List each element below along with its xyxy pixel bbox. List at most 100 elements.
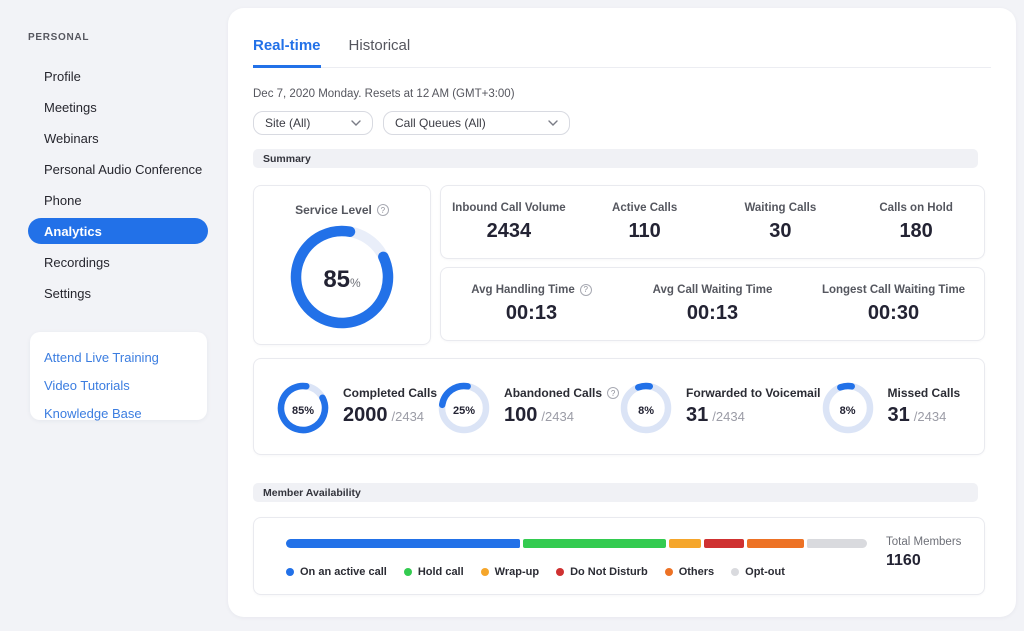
legend-item-do-not-disturb: Do Not Disturb xyxy=(556,566,648,578)
legend-label: Do Not Disturb xyxy=(570,566,648,578)
member-availability-legend: On an active call Hold call Wrap-up Do N… xyxy=(286,566,785,578)
service-level-percent-value: 85 xyxy=(323,266,350,294)
tab-bar: Real-time Historical xyxy=(253,35,991,68)
donut-percent-label: 8% xyxy=(840,405,856,417)
site-filter-dropdown[interactable]: Site (All) xyxy=(253,111,373,135)
legend-label: Hold call xyxy=(418,566,464,578)
total-members-block: Total Members 1160 xyxy=(886,536,961,570)
call-results-card: 85% Completed Calls 2000 /2434 25% xyxy=(253,358,985,455)
missed-calls-group: 8% Missed Calls 31 /2434 xyxy=(821,373,961,440)
completed-calls-donut: 85% xyxy=(276,381,330,440)
stat-label: Waiting Calls xyxy=(744,202,816,214)
service-level-percent: 85 % xyxy=(290,225,394,334)
missed-calls-label: Missed Calls xyxy=(888,386,961,400)
bar-segment-others xyxy=(747,539,804,548)
missed-calls-value: 31 xyxy=(888,404,910,427)
sidebar-item-recordings[interactable]: Recordings xyxy=(28,249,208,275)
missed-calls-donut: 8% xyxy=(821,381,875,440)
legend-label: Others xyxy=(679,566,714,578)
abandoned-calls-value: 100 xyxy=(504,404,537,427)
forwarded-to-voicemail-label: Forwarded to Voicemail xyxy=(686,386,820,400)
timing-stats-card: Avg Handling Time ? 00:13 Avg Call Waiti… xyxy=(440,267,985,341)
total-members-value: 1160 xyxy=(886,552,961,570)
member-availability-section-header: Member Availability xyxy=(253,483,978,502)
stat-label: Longest Call Waiting Time xyxy=(822,284,965,296)
tab-historical[interactable]: Historical xyxy=(349,35,411,68)
donut-percent-label: 25% xyxy=(453,405,475,417)
stat-label-text: Avg Handling Time xyxy=(471,284,575,296)
site-filter-value: Site (All) xyxy=(265,116,310,130)
stat-label: Avg Handling Time ? xyxy=(471,284,592,296)
analytics-panel: Real-time Historical Dec 7, 2020 Monday.… xyxy=(228,8,1016,617)
service-level-card: Service Level ? 85 % xyxy=(253,185,431,345)
abandoned-calls-total: /2434 xyxy=(541,409,574,424)
completed-calls-total: /2434 xyxy=(392,409,425,424)
total-members-label: Total Members xyxy=(886,536,961,548)
stat-longest-call-waiting-time: Longest Call Waiting Time 00:30 xyxy=(803,284,984,325)
sidebar-item-phone[interactable]: Phone xyxy=(28,187,208,213)
stat-value: 00:30 xyxy=(868,302,919,325)
help-links-card: Attend Live Training Video Tutorials Kno… xyxy=(30,332,207,420)
tab-real-time[interactable]: Real-time xyxy=(253,35,321,68)
link-video-tutorials[interactable]: Video Tutorials xyxy=(44,371,207,399)
stat-avg-handling-time: Avg Handling Time ? 00:13 xyxy=(441,284,622,325)
link-attend-live-training[interactable]: Attend Live Training xyxy=(44,343,207,371)
chevron-down-icon xyxy=(351,120,361,126)
legend-item-opt-out: Opt-out xyxy=(731,566,785,578)
stat-value: 00:13 xyxy=(506,302,557,325)
info-icon[interactable]: ? xyxy=(607,387,619,399)
stat-value: 30 xyxy=(769,220,791,243)
call-queues-filter-value: Call Queues (All) xyxy=(395,116,486,130)
stat-label: Calls on Hold xyxy=(879,202,952,214)
info-icon[interactable]: ? xyxy=(580,284,592,296)
sidebar-item-analytics[interactable]: Analytics xyxy=(28,218,208,244)
bar-segment-wrap-up xyxy=(669,539,700,548)
link-knowledge-base[interactable]: Knowledge Base xyxy=(44,399,207,427)
legend-label: On an active call xyxy=(300,566,387,578)
legend-item-hold-call: Hold call xyxy=(404,566,464,578)
legend-item-others: Others xyxy=(665,566,714,578)
chevron-down-icon xyxy=(548,120,558,126)
completed-calls-group: 85% Completed Calls 2000 /2434 xyxy=(276,373,437,440)
stat-active-calls: Active Calls 110 xyxy=(577,202,713,243)
service-level-title: Service Level ? xyxy=(254,203,430,217)
forwarded-to-voicemail-donut: 8% xyxy=(619,381,673,440)
completed-calls-label: Completed Calls xyxy=(343,386,437,400)
info-icon[interactable]: ? xyxy=(377,204,389,216)
sidebar-item-settings[interactable]: Settings xyxy=(28,280,208,306)
abandoned-calls-donut: 25% xyxy=(437,381,491,440)
donut-percent-label: 85% xyxy=(292,405,314,417)
stat-label: Inbound Call Volume xyxy=(452,202,566,214)
stat-label: Active Calls xyxy=(612,202,677,214)
service-level-percent-unit: % xyxy=(350,276,361,290)
forwarded-to-voicemail-value: 31 xyxy=(686,404,708,427)
bar-segment-on-an-active-call xyxy=(286,539,520,548)
sidebar-item-webinars[interactable]: Webinars xyxy=(28,125,208,151)
completed-calls-value: 2000 xyxy=(343,404,388,427)
stat-avg-call-waiting-time: Avg Call Waiting Time 00:13 xyxy=(622,284,803,325)
legend-dot-icon xyxy=(731,568,739,576)
donut-percent-label: 8% xyxy=(638,405,654,417)
sidebar-item-profile[interactable]: Profile xyxy=(28,63,208,89)
legend-dot-icon xyxy=(481,568,489,576)
forwarded-to-voicemail-total: /2434 xyxy=(712,409,745,424)
stat-value: 00:13 xyxy=(687,302,738,325)
legend-item-wrap-up: Wrap-up xyxy=(481,566,539,578)
stat-inbound-call-volume: Inbound Call Volume 2434 xyxy=(441,202,577,243)
bar-segment-opt-out xyxy=(807,539,867,548)
bar-segment-hold-call xyxy=(523,539,666,548)
call-volume-stats-card: Inbound Call Volume 2434 Active Calls 11… xyxy=(440,185,985,259)
call-queues-filter-dropdown[interactable]: Call Queues (All) xyxy=(383,111,570,135)
forwarded-to-voicemail-group: 8% Forwarded to Voicemail 31 /2434 xyxy=(619,373,820,440)
sidebar-item-meetings[interactable]: Meetings xyxy=(28,94,208,120)
service-level-donut: 85 % xyxy=(290,225,394,334)
missed-calls-total: /2434 xyxy=(914,409,947,424)
sidebar-item-personal-audio-conference[interactable]: Personal Audio Conference xyxy=(28,156,208,182)
stat-value: 110 xyxy=(628,220,660,243)
abandoned-calls-label-text: Abandoned Calls xyxy=(504,386,602,400)
bar-segment-do-not-disturb xyxy=(704,539,744,548)
legend-dot-icon xyxy=(286,568,294,576)
legend-label: Wrap-up xyxy=(495,566,539,578)
abandoned-calls-group: 25% Abandoned Calls ? 100 /2434 xyxy=(437,373,619,440)
filters-row: Site (All) Call Queues (All) xyxy=(253,111,570,135)
